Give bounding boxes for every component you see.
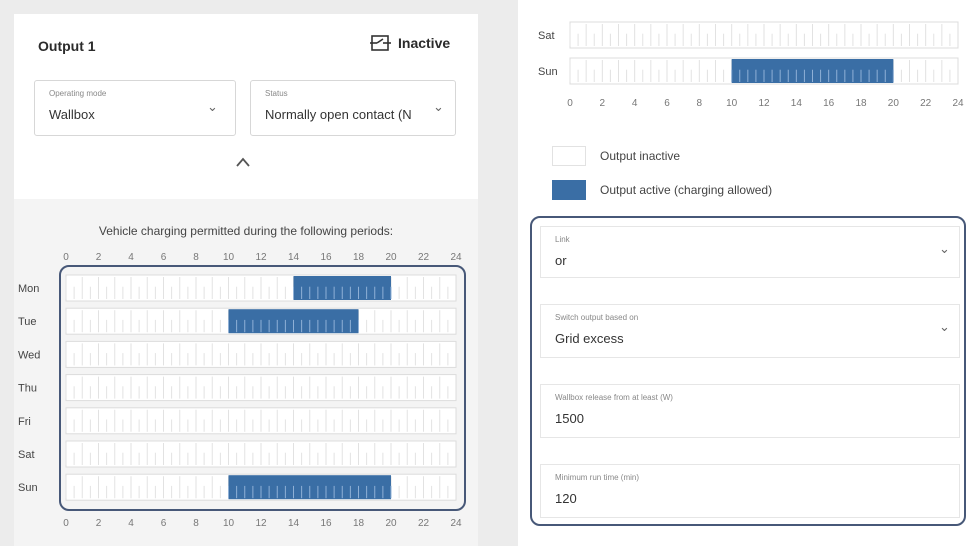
day-row-sat[interactable]: Sat	[18, 440, 457, 468]
minimum-runtime-input[interactable]: Minimum run time (min) 120	[540, 464, 960, 518]
wallbox-release-input[interactable]: Wallbox release from at least (W) 1500	[540, 384, 960, 438]
legend-inactive-label: Output inactive	[600, 149, 681, 163]
hour-tick-label: 2	[96, 252, 102, 263]
hour-tick-label: 0	[567, 98, 573, 109]
day-label: Thu	[18, 383, 37, 395]
hour-tick-label: 12	[255, 252, 267, 263]
switch-basis-value: Grid excess	[555, 331, 624, 346]
output-panel: Output 1 Inactive Operating mode Wallbox…	[14, 14, 478, 546]
hour-tick-label: 18	[855, 98, 867, 109]
minimum-runtime-label: Minimum run time (min)	[555, 473, 640, 482]
hour-tick-label: 0	[63, 518, 69, 529]
hour-tick-label: 18	[353, 252, 365, 263]
hour-tick-label: 20	[385, 252, 397, 263]
day-row-sun[interactable]: Sun	[18, 473, 457, 501]
day-row-wed[interactable]: Wed	[18, 340, 457, 368]
hour-tick-label: 14	[791, 98, 803, 109]
hour-tick-label: 14	[288, 252, 300, 263]
legend-active: Output active (charging allowed)	[552, 180, 772, 200]
day-label: Sun	[18, 482, 38, 494]
hour-tick-label: 12	[255, 518, 267, 529]
link-label: Link	[555, 235, 570, 244]
hour-tick-label: 6	[161, 518, 167, 529]
inactive-swatch	[552, 146, 586, 166]
hour-tick-label: 16	[320, 518, 332, 529]
hour-tick-label: 16	[823, 98, 835, 109]
hour-tick-label: 8	[697, 98, 703, 109]
day-row-thu[interactable]: Thu	[18, 374, 457, 402]
day-label: Wed	[18, 349, 40, 361]
output-settings-panel: Sat Sun 0 2 4 6 8 10 12 14 16 18 20 22 24 Output inact…	[518, 0, 969, 546]
hour-tick-label: 10	[223, 252, 235, 263]
hour-tick-label: 2	[600, 98, 606, 109]
chevron-down-icon: ⌄	[939, 241, 950, 256]
day-label: Sat	[18, 449, 35, 461]
hour-tick-label: 24	[450, 252, 462, 263]
day-label: Tue	[18, 316, 37, 328]
hour-tick-label: 8	[193, 518, 199, 529]
hour-tick-label: 24	[952, 98, 964, 109]
hour-tick-label: 24	[450, 518, 462, 529]
legend-inactive: Output inactive	[552, 146, 680, 166]
hour-tick-label: 20	[385, 518, 397, 529]
hour-tick-label: 18	[353, 518, 365, 529]
link-value: or	[555, 253, 567, 268]
hour-tick-label: 6	[161, 252, 167, 263]
day-row-fri[interactable]: Fri	[18, 407, 457, 435]
weekly-schedule: 0 2 4 6 8 10 12 14 16 18 20 22 24MonTueWedThuFriSatS…	[18, 252, 462, 529]
day-row-tue[interactable]: Tue	[18, 307, 457, 335]
hour-tick-label: 8	[193, 252, 199, 263]
link-select[interactable]: Link or ⌄	[540, 226, 960, 278]
hour-tick-label: 2	[96, 518, 102, 529]
hour-tick-label: 16	[320, 252, 332, 263]
chevron-down-icon: ⌄	[939, 319, 950, 334]
legend-active-label: Output active (charging allowed)	[600, 183, 773, 197]
hour-tick-label: 12	[758, 98, 770, 109]
minimum-runtime-value: 120	[555, 491, 577, 506]
hour-tick-label: 22	[920, 98, 932, 109]
hour-tick-label: 20	[888, 98, 900, 109]
switch-basis-select[interactable]: Switch output based on Grid excess ⌄	[540, 304, 960, 358]
active-swatch	[552, 180, 586, 200]
day-label: Mon	[18, 283, 39, 295]
hour-tick-label: 10	[223, 518, 235, 529]
hour-tick-label: 4	[128, 252, 134, 263]
hour-tick-label: 0	[63, 252, 69, 263]
day-row-sat[interactable]: Sat	[538, 21, 959, 49]
hour-tick-label: 14	[288, 518, 300, 529]
day-row-sun[interactable]: Sun	[538, 57, 959, 85]
weekend-schedule: SatSun0 2 4 6 8 10 12 14 16 18 20 22 24	[538, 21, 964, 109]
day-label: Fri	[18, 416, 31, 428]
hour-tick-label: 6	[664, 98, 670, 109]
switch-basis-label: Switch output based on	[555, 313, 639, 322]
hour-tick-label: 4	[632, 98, 638, 109]
wallbox-release-label: Wallbox release from at least (W)	[555, 393, 673, 402]
hour-tick-label: 22	[418, 518, 430, 529]
hour-tick-label: 4	[128, 518, 134, 529]
day-label: Sat	[538, 30, 555, 42]
day-row-mon[interactable]: Mon	[18, 274, 457, 302]
hour-tick-label: 10	[726, 98, 738, 109]
day-label: Sun	[538, 66, 558, 78]
wallbox-release-value: 1500	[555, 411, 584, 426]
hour-tick-label: 22	[418, 252, 430, 263]
